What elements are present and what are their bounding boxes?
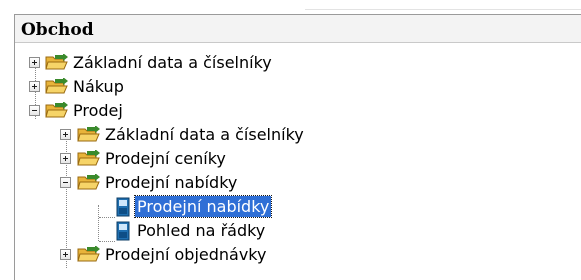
plus-box-icon[interactable] bbox=[29, 81, 40, 92]
plus-box-icon[interactable] bbox=[29, 57, 40, 68]
open-folder-icon bbox=[45, 101, 69, 119]
tree-item-prodejni-objednavky[interactable]: Prodejní objednávky bbox=[15, 243, 335, 267]
top-divider bbox=[305, 9, 581, 10]
open-folder-icon bbox=[45, 53, 69, 71]
tree-item-label: Nákup bbox=[73, 77, 124, 96]
tree-item-label: Základní data a číselníky bbox=[105, 125, 304, 144]
tree-item-prodejni-ceniky[interactable]: Prodejní ceníky bbox=[15, 147, 315, 171]
open-folder-icon bbox=[77, 173, 101, 191]
tree-item-label: Základní data a číselníky bbox=[73, 53, 272, 72]
tree-item-label: Prodejní nabídky bbox=[133, 195, 273, 218]
module-tree: Základní data a číselníky Nákup Prodej Z… bbox=[15, 15, 581, 280]
top-strip bbox=[0, 0, 581, 14]
tree-item-label: Prodej bbox=[73, 101, 123, 120]
form-document-icon bbox=[115, 221, 131, 241]
tree-item-prodej-zakladni-data[interactable]: Základní data a číselníky bbox=[15, 123, 375, 147]
open-folder-icon bbox=[45, 77, 69, 95]
plus-box-icon[interactable] bbox=[60, 249, 71, 260]
tree-item-nakup[interactable]: Nákup bbox=[15, 75, 215, 99]
tree-item-prodejni-nabidky-folder[interactable]: Prodejní nabídky bbox=[15, 171, 315, 195]
open-folder-icon bbox=[77, 125, 101, 143]
tree-leaf-pohled-na-radky[interactable]: Pohled na řádky bbox=[15, 219, 315, 243]
minus-box-icon[interactable] bbox=[60, 177, 71, 188]
plus-box-icon[interactable] bbox=[60, 153, 71, 164]
open-folder-icon bbox=[77, 149, 101, 167]
tree-item-zakladni-data[interactable]: Základní data a číselníky bbox=[15, 51, 345, 75]
tree-item-label: Prodejní nabídky bbox=[105, 173, 238, 192]
tree-panel: Obchod Základní data a číselníky Nákup P… bbox=[14, 14, 581, 280]
tree-item-label: Prodejní objednávky bbox=[105, 245, 267, 264]
tree-leaf-prodejni-nabidky[interactable]: Prodejní nabídky bbox=[15, 195, 315, 219]
tree-item-label: Pohled na řádky bbox=[137, 221, 266, 240]
open-folder-icon bbox=[77, 245, 101, 263]
minus-box-icon[interactable] bbox=[29, 105, 40, 116]
plus-box-icon[interactable] bbox=[60, 129, 71, 140]
tree-item-label: Prodejní ceníky bbox=[105, 149, 226, 168]
tree-item-prodej[interactable]: Prodej bbox=[15, 99, 215, 123]
form-document-icon bbox=[115, 197, 131, 217]
